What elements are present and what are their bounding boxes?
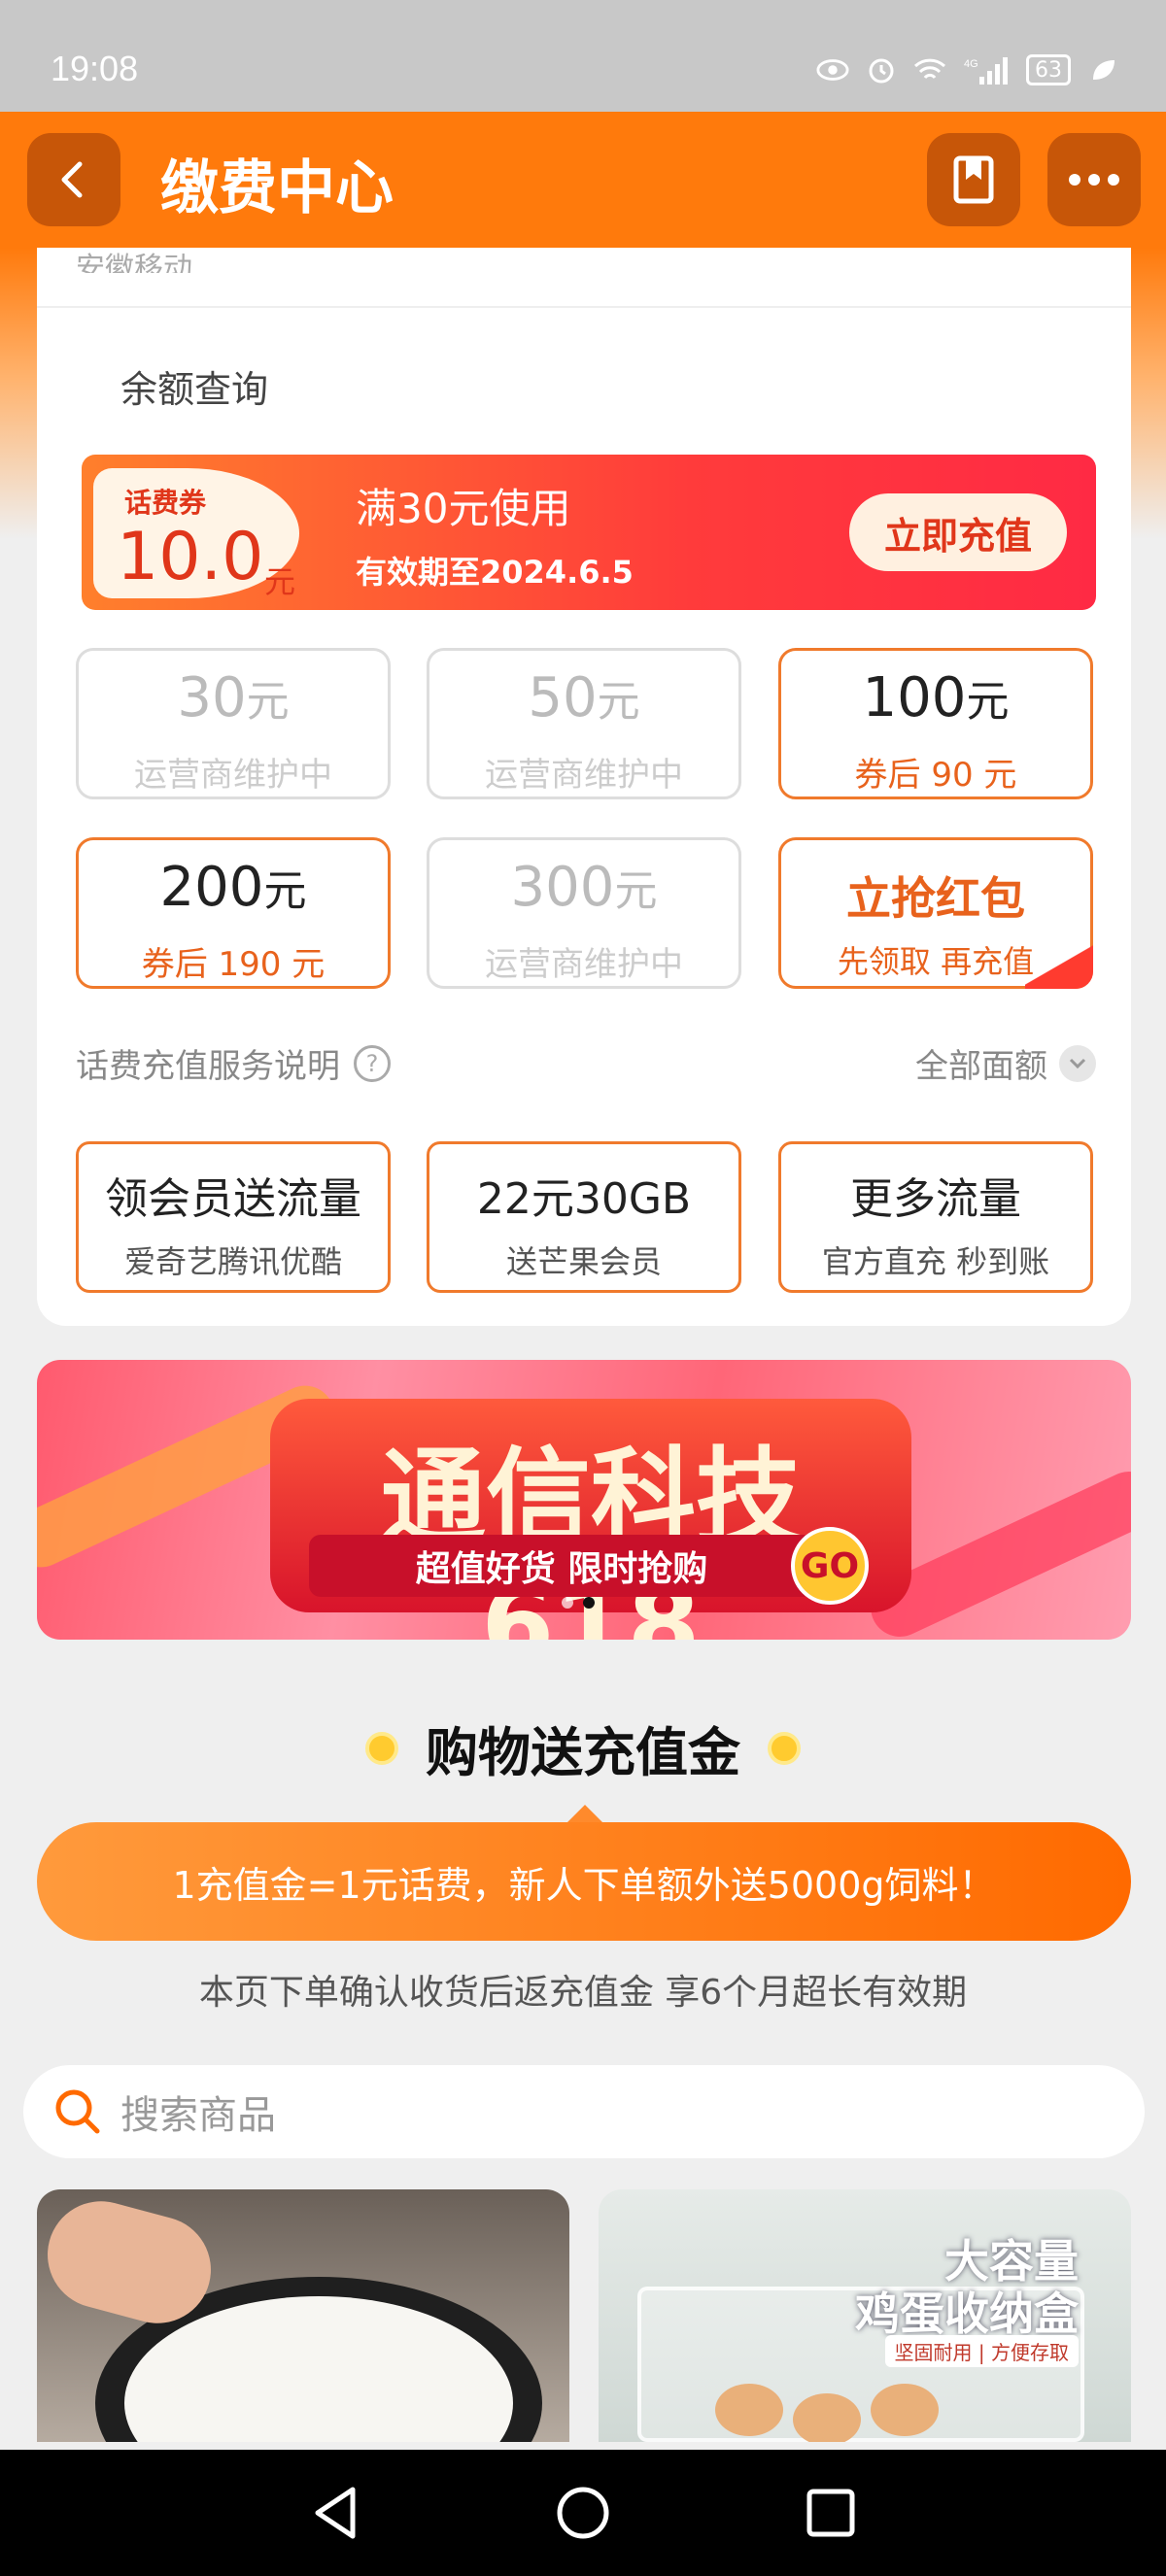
status-icons: 4G 63	[816, 54, 1119, 85]
amount-option-50[interactable]: 50元 运营商维护中	[427, 648, 741, 799]
triangle-back-icon	[315, 2487, 356, 2539]
product-card-egg-box[interactable]: 大容量 鸡蛋收纳盒 坚固耐用 | 方便存取	[599, 2189, 1131, 2442]
coupon-unit: 元	[264, 563, 296, 600]
banner-go-button[interactable]: GO	[791, 1527, 869, 1605]
amount-option-200[interactable]: 200元 券后 190 元	[76, 837, 391, 989]
chevron-left-icon	[61, 161, 83, 198]
search-icon	[55, 2089, 100, 2134]
option-status: 运营商维护中	[485, 756, 683, 795]
leaf-icon	[1086, 55, 1119, 85]
option-status: 运营商维护中	[134, 756, 332, 795]
search-placeholder: 搜索商品	[120, 2093, 276, 2138]
flow-option-30gb[interactable]: 22元30GB 送芒果会员	[427, 1141, 741, 1293]
red-packet-corner-decoration	[1025, 940, 1093, 989]
nav-back-button[interactable]	[292, 2469, 379, 2557]
shopping-title-text: 购物送充值金	[426, 1722, 740, 1783]
coupon-condition: 满30元使用	[356, 485, 571, 532]
question-icon: ?	[354, 1044, 391, 1082]
alarm-icon	[865, 55, 898, 85]
flow-sub: 送芒果会员	[505, 1243, 662, 1280]
flow-option-more[interactable]: 更多流量 官方直充 秒到账	[778, 1141, 1093, 1293]
flow-title: 领会员送流量	[105, 1174, 361, 1224]
product-search-bar[interactable]: 搜索商品	[23, 2065, 1145, 2158]
carrier-label: 安徽移动	[76, 252, 192, 273]
product-image-detail	[793, 2393, 861, 2442]
recharge-now-button[interactable]: 立即充值	[849, 493, 1067, 571]
flow-title: 更多流量	[850, 1174, 1021, 1224]
product-card-pot[interactable]	[37, 2189, 569, 2442]
square-recents-icon	[806, 2489, 855, 2537]
product-tags: 坚固耐用 | 方便存取	[884, 2335, 1079, 2367]
system-nav-bar	[0, 2450, 1166, 2576]
banner-subtitle: 超值好货 限时抢购	[309, 1535, 814, 1597]
wifi-icon	[913, 55, 946, 85]
service-description-label: 话费充值服务说明	[76, 1047, 340, 1086]
bookmark-button[interactable]	[927, 133, 1020, 226]
flow-title: 22元30GB	[476, 1174, 692, 1224]
all-denominations-label: 全部面额	[915, 1047, 1047, 1086]
carousel-dot-active	[583, 1597, 595, 1609]
option-amount: 300元	[510, 856, 658, 919]
carousel-dot	[562, 1597, 573, 1609]
option-amount: 30元	[177, 666, 290, 729]
nav-recents-button[interactable]	[787, 2469, 874, 2557]
coin-icon	[768, 1731, 801, 1765]
carousel-dots	[562, 1597, 595, 1609]
divider	[37, 306, 1131, 308]
amount-option-30[interactable]: 30元 运营商维护中	[76, 648, 391, 799]
coin-icon	[365, 1731, 398, 1765]
product-image-detail	[871, 2384, 939, 2436]
more-options-button[interactable]	[1047, 133, 1141, 226]
option-amount: 50元	[528, 666, 640, 729]
page-title: 缴费中心	[160, 154, 394, 222]
status-time: 19:08	[51, 49, 139, 88]
promo-note: 本页下单确认收货后返充值金 享6个月超长有效期	[198, 1973, 968, 2013]
back-button[interactable]	[27, 133, 120, 226]
all-denominations-toggle[interactable]: 全部面额	[915, 1039, 1096, 1087]
recharge-card: 安徽移动 余额查询 话费券 10.0 元 满30元使用 有效期至2024.6.5…	[37, 248, 1131, 1326]
option-discount: 券后 90 元	[854, 756, 1017, 795]
option-status: 运营商维护中	[485, 945, 683, 984]
cellular-signal-icon: 4G	[962, 55, 1011, 85]
product-image-detail	[715, 2384, 783, 2436]
amount-option-300[interactable]: 300元 运营商维护中	[427, 837, 741, 989]
promo-banner-618[interactable]: 通信科技618 超值好货 限时抢购 GO	[37, 1360, 1131, 1640]
more-dots-icon	[1069, 174, 1119, 186]
status-bar: 19:08 4G 63	[0, 0, 1166, 112]
product-subtitle: 鸡蛋收纳盒	[855, 2288, 1079, 2340]
grab-red-packet-option[interactable]: 立抢红包 先领取 再充值	[778, 837, 1093, 989]
balance-query-link[interactable]: 余额查询	[120, 359, 268, 413]
amount-option-100[interactable]: 100元 券后 90 元	[778, 648, 1093, 799]
svg-text:4G: 4G	[964, 58, 978, 70]
red-packet-title: 立抢红包	[846, 872, 1025, 925]
shopping-section-title: 购物送充值金	[0, 1710, 1166, 1786]
flow-option-member[interactable]: 领会员送流量 爱奇艺腾讯优酷	[76, 1141, 391, 1293]
battery-indicator: 63	[1026, 54, 1071, 85]
option-discount: 券后 190 元	[141, 945, 326, 984]
recharge-gold-promo[interactable]: 1充值金=1元话费，新人下单额外送5000g饲料！	[37, 1822, 1131, 1941]
chevron-down-icon	[1059, 1044, 1096, 1082]
flow-sub: 官方直充 秒到账	[821, 1243, 1050, 1280]
coupon-tag: 话费券	[124, 487, 207, 519]
promo-pointer	[566, 1805, 604, 1824]
service-description-link[interactable]: 话费充值服务说明 ?	[76, 1039, 391, 1087]
coupon-amount: 10.0	[117, 519, 264, 595]
header-bar: 缴费中心	[0, 112, 1166, 248]
coupon-banner[interactable]: 话费券 10.0 元 满30元使用 有效期至2024.6.5 立即充值	[82, 455, 1096, 610]
flow-sub: 爱奇艺腾讯优酷	[123, 1243, 342, 1280]
bookmark-icon	[953, 155, 994, 204]
eye-icon	[816, 55, 849, 85]
option-amount: 100元	[862, 666, 1010, 729]
nav-home-button[interactable]	[539, 2469, 627, 2557]
coupon-value-panel: 话费券 10.0 元	[93, 468, 299, 600]
coupon-validity: 有效期至2024.6.5	[356, 554, 634, 591]
circle-home-icon	[557, 2487, 609, 2539]
option-amount: 200元	[159, 856, 307, 919]
